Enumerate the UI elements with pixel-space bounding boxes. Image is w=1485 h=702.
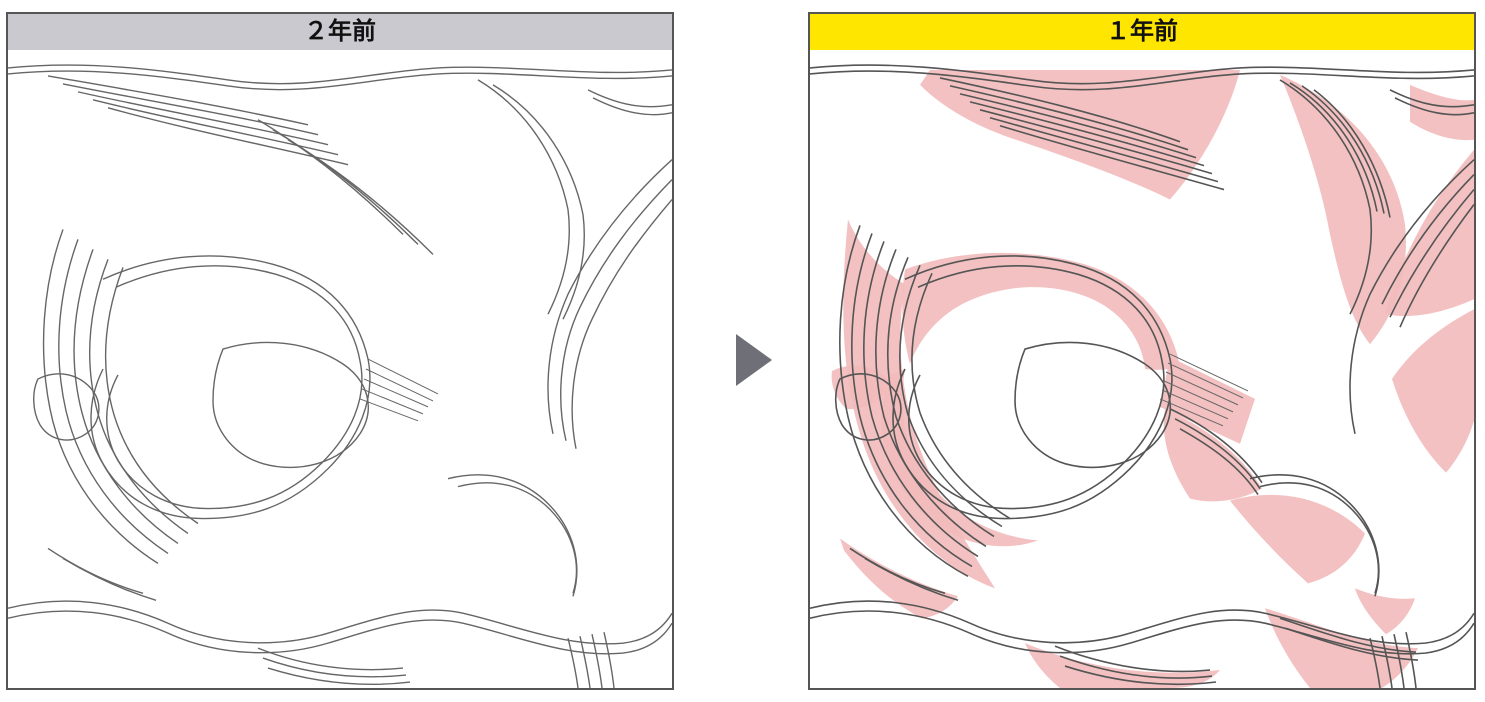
map-left — [8, 50, 672, 688]
panel-title-right: １年前 — [810, 14, 1474, 50]
panel-2-years-ago: ２年前 — [6, 12, 674, 690]
panel-title-left: ２年前 — [8, 14, 672, 50]
panel-1-year-ago: １年前 — [808, 12, 1476, 690]
comparison-figure: ２年前 — [0, 0, 1485, 702]
map-right — [810, 50, 1474, 688]
arrow-icon — [732, 330, 776, 390]
